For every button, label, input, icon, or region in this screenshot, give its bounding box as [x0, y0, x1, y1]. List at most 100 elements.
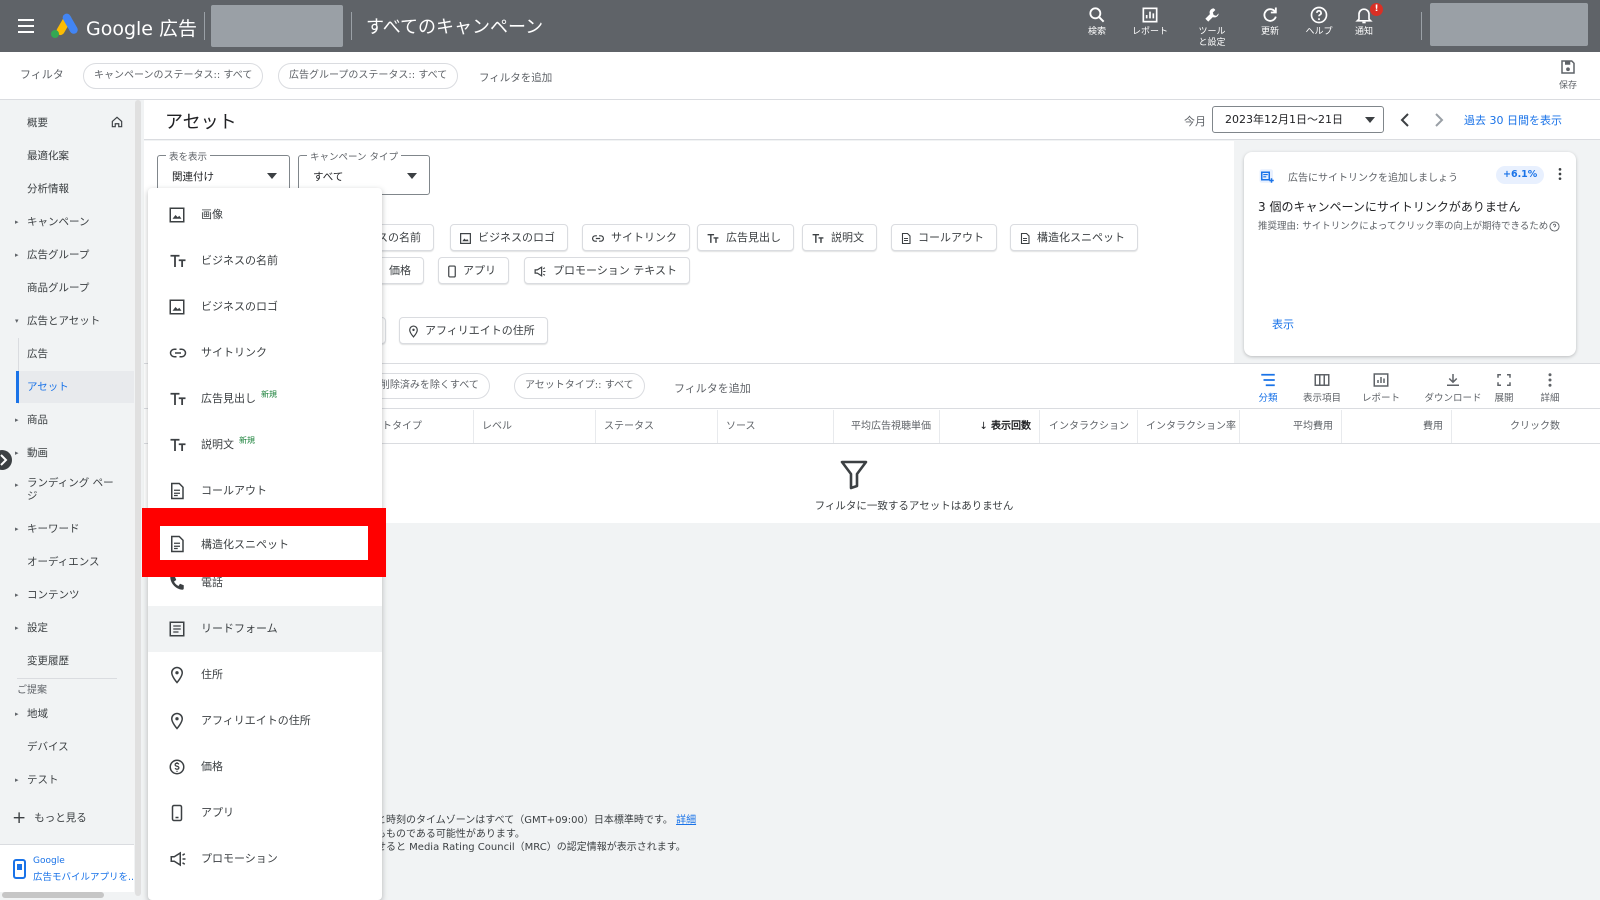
- sidebar-item-videos[interactable]: ▸ 動画: [0, 437, 134, 469]
- chip-label: アプリ: [463, 264, 496, 277]
- sidebar-item-devices[interactable]: デバイス: [0, 731, 134, 763]
- details-link[interactable]: 詳細: [676, 815, 696, 826]
- asset-chip-headline[interactable]: 広告見出し: [697, 224, 794, 251]
- menu-item-location[interactable]: 住所: [148, 652, 382, 698]
- menu-item-sitelink[interactable]: サイトリンク: [148, 330, 382, 376]
- tools-settings-button[interactable]: ツールと設定: [1182, 5, 1242, 49]
- column-header-impressions[interactable]: ↓ 表示回数: [940, 410, 1040, 443]
- asset-chip-structured-snippet[interactable]: 構造化スニペット: [1010, 224, 1138, 251]
- account-selector[interactable]: [211, 5, 343, 47]
- asset-type-filter-chip[interactable]: アセットタイプ:: すべて: [514, 373, 645, 399]
- column-header-avg-cpv[interactable]: 平均広告視聴単価: [834, 410, 940, 443]
- asset-chip-business-logo[interactable]: ビジネスのロゴ: [450, 224, 568, 251]
- asset-chip-affiliate-location[interactable]: アフィリエイトの住所: [399, 317, 548, 344]
- column-header-source[interactable]: ソース: [718, 410, 834, 443]
- caret-right-icon: ▸: [15, 776, 19, 784]
- sidebar-item-assets[interactable]: アセット: [16, 371, 134, 403]
- user-account-box[interactable]: [1430, 3, 1588, 46]
- status-filter-chip[interactable]: :: 削除済みを除くすべて: [364, 373, 490, 399]
- menu-item-price[interactable]: 価格: [148, 744, 382, 790]
- sidebar-item-keywords[interactable]: ▸ キーワード: [0, 513, 134, 545]
- download-button[interactable]: ダウンロード: [1423, 372, 1483, 404]
- more-details-button[interactable]: 詳細: [1530, 372, 1570, 404]
- more-vert-icon[interactable]: [1552, 166, 1568, 182]
- sidebar-item-insights[interactable]: 分析情報: [0, 173, 134, 205]
- sidebar-item-recommendations[interactable]: 最適化案: [0, 140, 134, 172]
- report-button[interactable]: レポート: [1120, 5, 1180, 38]
- menu-item-business-logo[interactable]: ビジネスのロゴ: [148, 284, 382, 330]
- asset-chip-app[interactable]: アプリ: [438, 257, 509, 284]
- menu-item-affiliate-location[interactable]: アフィリエイトの住所: [148, 698, 382, 744]
- asset-chip-promotion-text[interactable]: プロモーション テキスト: [524, 257, 690, 284]
- date-range-selector[interactable]: 2023年12月1日〜21日: [1212, 106, 1384, 133]
- sidebar-item-campaigns[interactable]: ▸ キャンペーン: [0, 206, 134, 238]
- chip-label: コールアウト: [918, 231, 984, 244]
- collapse-sidebar-button[interactable]: [0, 450, 12, 470]
- column-header-level[interactable]: レベル: [474, 410, 596, 443]
- column-header-cost[interactable]: 費用: [1342, 410, 1452, 443]
- asset-chip-sitelink[interactable]: サイトリンク: [582, 224, 690, 251]
- previous-period-button[interactable]: [1396, 110, 1416, 130]
- adgroup-status-filter-chip[interactable]: 広告グループのステータス:: すべて: [278, 63, 459, 89]
- table-report-button[interactable]: レポート: [1353, 372, 1409, 404]
- sidebar-item-products[interactable]: ▸ 商品: [0, 404, 134, 436]
- menu-item-lead-form[interactable]: リードフォーム: [148, 606, 382, 652]
- menu-item-promotion[interactable]: プロモーション: [148, 836, 382, 882]
- recommendation-card[interactable]: 広告にサイトリンクを追加しましょう +6.1% 3 個のキャンペーンにサイトリン…: [1244, 152, 1576, 356]
- asset-chip-callout[interactable]: コールアウト: [891, 224, 997, 251]
- google-ads-logo-icon[interactable]: [50, 13, 78, 39]
- menu-item-label: 画像: [201, 208, 223, 221]
- sidebar-item-landing-pages[interactable]: ▸ ランディング ページ: [0, 470, 120, 510]
- columns-icon: [1314, 374, 1330, 386]
- sidebar-item-audiences[interactable]: オーディエンス: [0, 546, 134, 578]
- menu-item-description[interactable]: 説明文 新規: [148, 422, 382, 468]
- text-icon: [168, 252, 188, 270]
- menu-item-business-name[interactable]: ビジネスの名前: [148, 238, 382, 284]
- menu-item-headline[interactable]: 広告見出し 新規: [148, 376, 382, 422]
- sidebar-item-ads[interactable]: 広告: [0, 338, 134, 370]
- sidebar-item-ads-assets[interactable]: ▾ 広告とアセット: [0, 305, 134, 337]
- show-more-link[interactable]: + もっと見る: [12, 808, 87, 828]
- sidebar-item-experiments[interactable]: ▸ テスト: [0, 764, 134, 796]
- sidebar-item-change-history[interactable]: 変更履歴: [0, 645, 134, 677]
- segment-button[interactable]: 分類: [1240, 372, 1296, 404]
- view-recommendation-link[interactable]: 表示: [1272, 316, 1294, 332]
- help-icon: [1310, 6, 1328, 24]
- notification-button[interactable]: ! 通知: [1334, 3, 1394, 38]
- sidebar-item-content[interactable]: ▸ コンテンツ: [0, 579, 134, 611]
- table-add-filter-link[interactable]: フィルタを追加: [674, 380, 751, 396]
- column-header-interactions[interactable]: インタラクション: [1040, 410, 1138, 443]
- columns-button[interactable]: 表示項目: [1294, 372, 1350, 404]
- sidebar-item-locations[interactable]: ▸ 地域: [0, 698, 134, 730]
- asset-chip-description[interactable]: 説明文: [802, 224, 877, 251]
- mobile-phone-icon: [13, 859, 26, 879]
- add-filter-link[interactable]: フィルタを追加: [479, 70, 552, 85]
- column-header-interaction-rate[interactable]: インタラクション率: [1138, 410, 1240, 443]
- mobile-app-promo[interactable]: Google 広告モバイルアプリを...: [0, 844, 134, 892]
- next-period-button[interactable]: [1428, 110, 1448, 130]
- page-title[interactable]: すべてのキャンペーン: [366, 13, 543, 39]
- menu-item-app[interactable]: アプリ: [148, 790, 382, 836]
- search-button[interactable]: 検索: [1067, 5, 1127, 38]
- menu-item-image[interactable]: 画像: [148, 192, 382, 238]
- expand-button[interactable]: 展開: [1484, 372, 1524, 404]
- more-details-label: 詳細: [1540, 393, 1560, 404]
- menu-item-structured-snippet-highlighted[interactable]: 構造化スニペット: [160, 526, 368, 560]
- column-header-clicks[interactable]: クリック数: [1452, 410, 1568, 443]
- column-header-status[interactable]: ステータス: [596, 410, 718, 443]
- sidebar-scrollbar[interactable]: [135, 100, 141, 896]
- sidebar-item-overview[interactable]: 概要: [0, 107, 134, 139]
- menu-item-label: サイトリンク: [201, 346, 267, 359]
- sidebar-item-settings[interactable]: ▸ 設定: [0, 612, 134, 644]
- save-button[interactable]: 保存: [1552, 58, 1584, 91]
- hamburger-menu-icon[interactable]: [14, 14, 38, 38]
- last-30-days-link[interactable]: 過去 30 日間を表示: [1464, 112, 1562, 128]
- column-header-avg-cost[interactable]: 平均費用: [1240, 410, 1342, 443]
- brand-name[interactable]: Google 広告: [86, 14, 197, 41]
- sidebar-item-product-groups[interactable]: 商品グループ: [0, 272, 134, 304]
- horizontal-scrollbar[interactable]: [2, 892, 104, 898]
- campaign-status-filter-chip[interactable]: キャンペーンのステータス:: すべて: [83, 63, 264, 89]
- info-icon[interactable]: [1549, 221, 1560, 232]
- sidebar-item-adgroups[interactable]: ▸ 広告グループ: [0, 239, 134, 271]
- document-icon: [900, 232, 912, 245]
